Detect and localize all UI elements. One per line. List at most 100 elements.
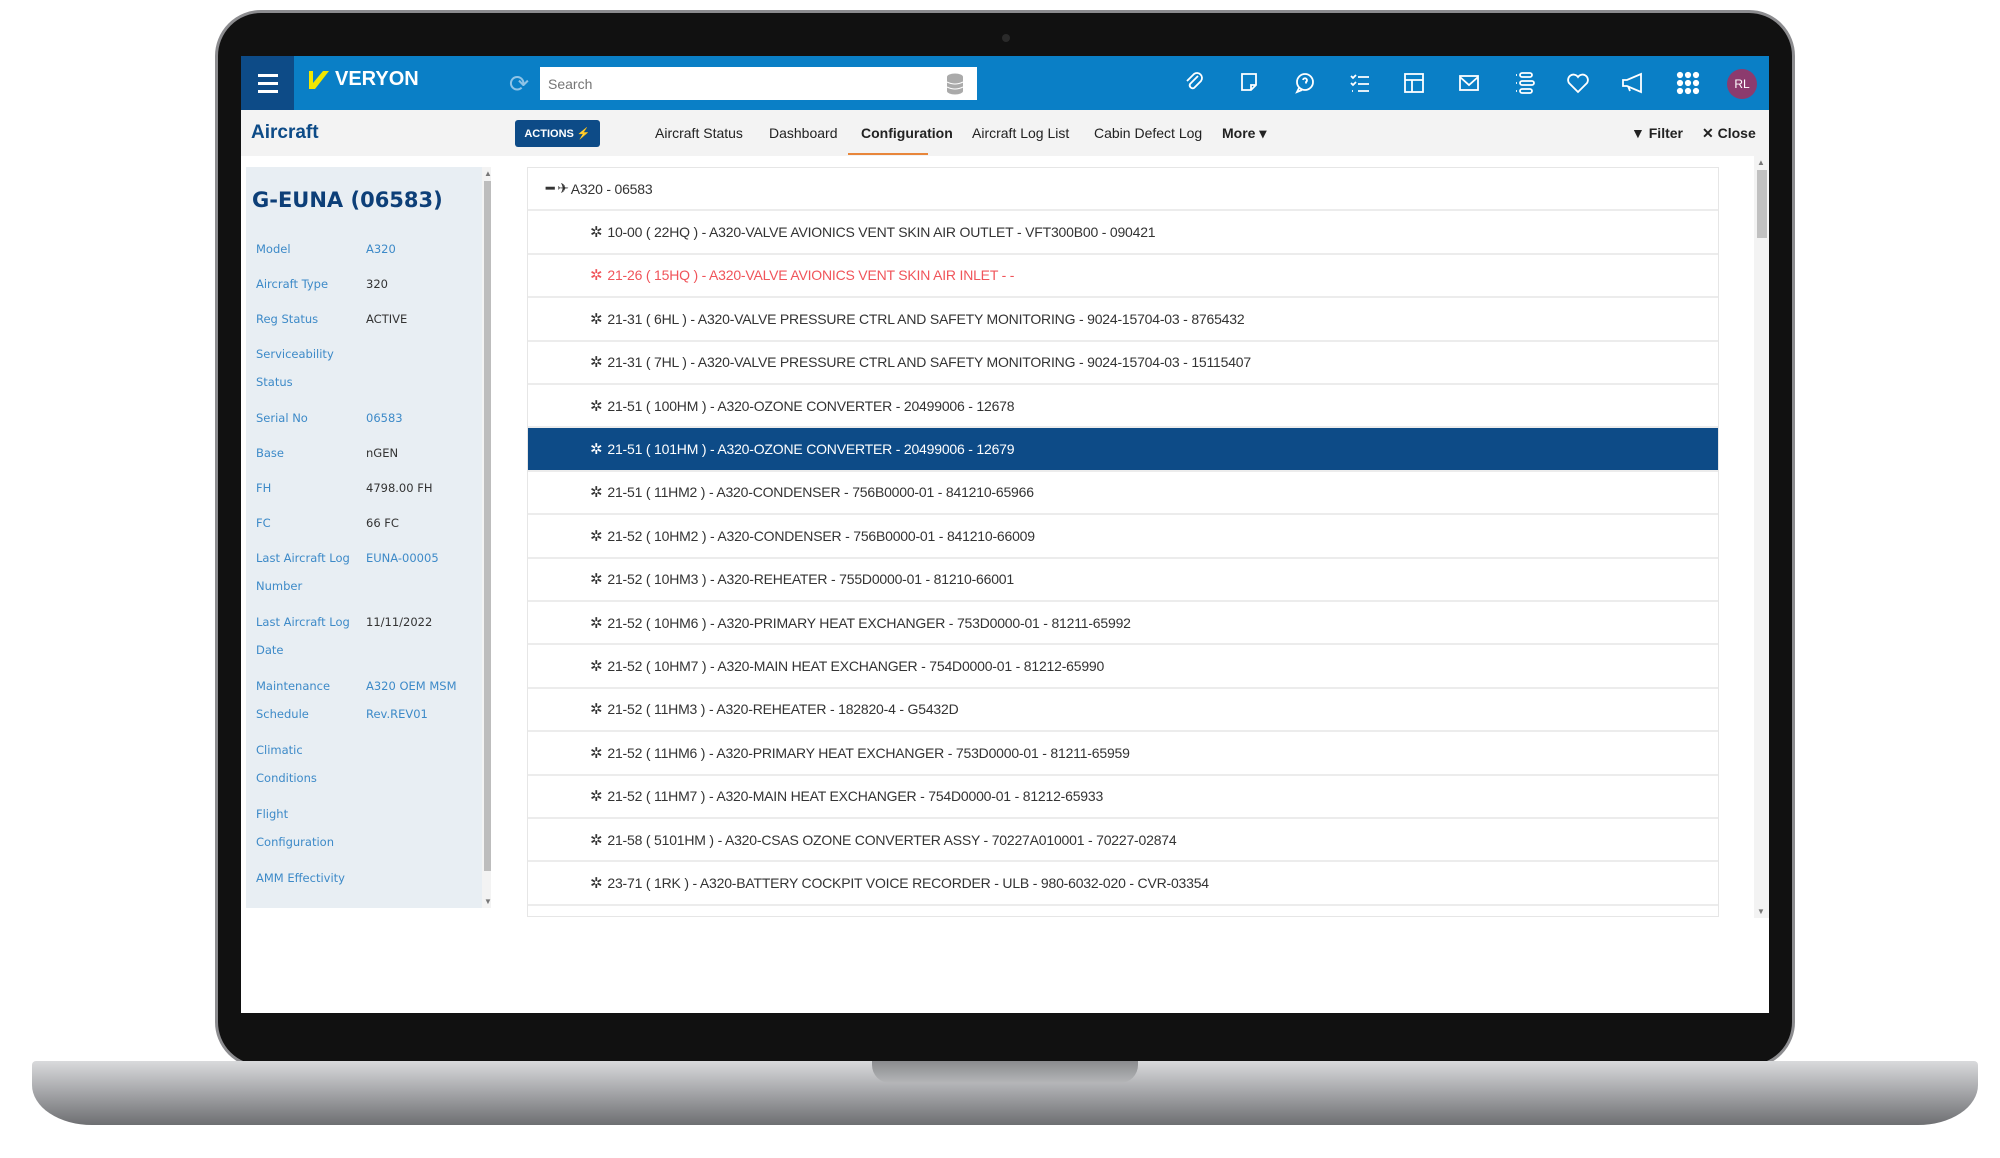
scroll-thumb[interactable] (1757, 170, 1767, 238)
field-row: Maintenance Schedule A320 OEM MSM Rev.REV… (256, 672, 476, 728)
field-row: Last Aircraft Log Date 11/11/2022 (256, 608, 476, 664)
field-label: AMM Effectivity (256, 871, 345, 885)
apps-grid-icon[interactable] (1675, 70, 1701, 96)
tree-item[interactable]: ✲ 21-51 ( 11HM2 ) - A320-CONDENSER - 756B… (528, 472, 1718, 516)
scroll-down-icon[interactable]: ▼ (484, 897, 491, 906)
field-value[interactable]: 06583 (366, 404, 476, 432)
field-label: Serial No (256, 411, 308, 425)
help-chat-icon[interactable] (1292, 70, 1318, 96)
tab-more[interactable]: More ▾ (1222, 125, 1266, 142)
mail-icon[interactable] (1456, 70, 1482, 96)
field-value: nGEN (366, 446, 399, 460)
page-title: Aircraft (251, 122, 319, 143)
tree-item-label: 21-52 ( 10HM6 ) - A320-PRIMARY HEAT EXCH… (607, 614, 1131, 631)
sub-header: Aircraft ACTIONS ⚡ Aircraft Status Dashb… (241, 110, 1769, 156)
scroll-up-icon[interactable]: ▲ (1757, 158, 1765, 167)
tree-item-label: 21-58 ( 5101HM ) - A320-CSAS OZONE CONVE… (607, 831, 1177, 848)
aircraft-details-panel: G-EUNA (06583) Model A320 Aircraft Type 320… (246, 167, 491, 908)
tree-item-label: 21-52 ( 10HM3 ) - A320-REHEATER - 755D00… (607, 571, 1014, 588)
tree-item-label: 21-31 ( 6HL ) - A320-VALVE PRESSURE CTRL… (607, 310, 1245, 327)
megaphone-icon[interactable] (1620, 70, 1646, 96)
gear-icon: ✲ (590, 397, 603, 415)
tree-item-label: 21-52 ( 10HM2 ) - A320-CONDENSER - 756B0… (607, 527, 1035, 544)
scroll-up-icon[interactable]: ▲ (484, 169, 491, 178)
tab-cabin-defect-log[interactable]: Cabin Defect Log (1094, 125, 1202, 141)
field-label: Maintenance Schedule (256, 679, 331, 721)
tree-item-label: 21-26 ( 15HQ ) - A320-VALVE AVIONICS VEN… (607, 267, 1015, 284)
paperclip-icon[interactable] (1182, 70, 1208, 96)
tree-root[interactable]: ━ ✈ A320 - 06583 (528, 168, 1718, 212)
tab-configuration[interactable]: Configuration (861, 125, 953, 141)
refresh-icon[interactable]: ⟳ (509, 70, 529, 99)
scroll-thumb[interactable] (484, 181, 491, 871)
menu-button[interactable] (241, 56, 294, 110)
field-row: Aircraft Type 320 (256, 270, 476, 298)
tree-item[interactable]: ✲ 23-71 ( 1RK ) - A320-BATTERY COCKPIT VO… (528, 862, 1718, 906)
tree-item[interactable]: ✲ 21-52 ( 11HM7 ) - A320-MAIN HEAT EXCHAN… (528, 776, 1718, 819)
close-button[interactable]: ✕ Close (1702, 125, 1756, 142)
logo[interactable]: VERYON (307, 68, 419, 91)
field-label: Flight Configuration (256, 807, 334, 849)
tab-aircraft-log-list[interactable]: Aircraft Log List (972, 125, 1069, 141)
tree-item[interactable]: ✲ 21-58 ( 5101HM ) - A320-CSAS OZONE CONV… (528, 819, 1718, 863)
layout-icon[interactable] (1401, 70, 1427, 96)
field-value[interactable]: A320 OEM MSM Rev.REV01 (366, 672, 476, 728)
tab-aircraft-status[interactable]: Aircraft Status (655, 125, 743, 141)
tree-item[interactable]: ✲ 21-31 ( 7HL ) - A320-VALVE PRESSURE CTR… (528, 342, 1718, 385)
list-icon[interactable] (1511, 70, 1537, 96)
tree-item-label: 21-52 ( 11HM7 ) - A320-MAIN HEAT EXCHANG… (607, 788, 1104, 805)
field-label: Aircraft Type (256, 277, 329, 291)
tree-item[interactable]: ✲ 21-52 ( 11HM3 ) - A320-REHEATER - 18282… (528, 689, 1718, 733)
field-row: Serviceability Status (256, 340, 476, 396)
main-scrollbar[interactable]: ▲ ▼ (1754, 156, 1769, 918)
field-value (366, 800, 476, 856)
field-row: Base nGEN (256, 439, 476, 467)
field-row: AMM Effectivity (256, 864, 476, 892)
gear-icon: ✲ (590, 267, 603, 285)
tree-item[interactable]: ✲ 21-52 ( 10HM2 ) - A320-CONDENSER - 756B… (528, 515, 1718, 559)
scroll-down-icon[interactable]: ▼ (1757, 907, 1765, 916)
tree-item[interactable]: ✲ 21-52 ( 10HM7 ) - A320-MAIN HEAT EXCHAN… (528, 645, 1718, 689)
tree-item[interactable]: ✲ 21-52 ( 11HM6 ) - A320-PRIMARY HEAT EXC… (528, 732, 1718, 776)
field-label: Climatic Conditions (256, 743, 317, 785)
gear-icon: ✲ (590, 441, 603, 459)
tree-item[interactable]: ✲ 10-00 ( 22HQ ) - A320-VALVE AVIONICS VE… (528, 211, 1718, 255)
field-row: Model A320 (256, 235, 476, 263)
field-value[interactable]: A320 (366, 235, 476, 263)
field-value: ACTIVE (366, 312, 408, 326)
filter-label: Filter (1648, 125, 1683, 141)
tree-item[interactable]: ✲ 21-52 ( 10HM6 ) - A320-PRIMARY HEAT EXC… (528, 602, 1718, 646)
tree-item[interactable]: ✲ 21-52 ( 10HM3 ) - A320-REHEATER - 755D0… (528, 559, 1718, 602)
field-value: 66 FC (366, 516, 399, 530)
field-row: Serial No 06583 (256, 404, 476, 432)
field-value: 4798.00 FH (366, 481, 433, 495)
search-input[interactable] (540, 67, 977, 100)
heart-icon[interactable] (1565, 70, 1591, 96)
avatar[interactable]: RL (1727, 69, 1757, 99)
actions-button[interactable]: ACTIONS ⚡ (515, 120, 600, 147)
gear-icon: ✲ (590, 527, 603, 545)
tree-item[interactable]: ✲ 21-51 ( 101HM ) - A320-OZONE CONVERTER … (528, 428, 1718, 472)
field-value[interactable]: EUNA-00005 (366, 544, 476, 600)
aircraft-title: G-EUNA (06583) (252, 188, 443, 212)
airplane-icon: ✈ (557, 180, 569, 197)
tab-dashboard[interactable]: Dashboard (769, 125, 838, 141)
field-label: Base (256, 446, 285, 460)
tree-item-label: 21-52 ( 11HM3 ) - A320-REHEATER - 182820… (607, 701, 959, 718)
tree-item[interactable]: ✲ 21-51 ( 100HM ) - A320-OZONE CONVERTER … (528, 385, 1718, 429)
gear-icon: ✲ (590, 744, 603, 762)
sidebar-scrollbar[interactable]: ▲ ▼ (482, 167, 491, 908)
filter-button[interactable]: ▼ Filter (1631, 125, 1683, 141)
field-row: FC 66 FC (256, 509, 476, 537)
field-label: FC (256, 516, 271, 530)
field-label: Last Aircraft Log Date (256, 615, 350, 657)
collapse-icon[interactable]: ━ (546, 180, 554, 197)
tree-item-label: 21-52 ( 10HM7 ) - A320-MAIN HEAT EXCHANG… (607, 658, 1105, 675)
field-value: 320 (366, 277, 388, 291)
database-icon[interactable] (946, 73, 964, 95)
tree-item[interactable]: ✲ 21-26 ( 15HQ ) - A320-VALVE AVIONICS VE… (528, 255, 1718, 299)
note-icon[interactable] (1237, 70, 1263, 96)
tree-item[interactable]: ✲ 21-31 ( 6HL ) - A320-VALVE PRESSURE CTR… (528, 298, 1718, 342)
checklist-icon[interactable] (1347, 70, 1373, 96)
field-row: FH 4798.00 FH (256, 474, 476, 502)
